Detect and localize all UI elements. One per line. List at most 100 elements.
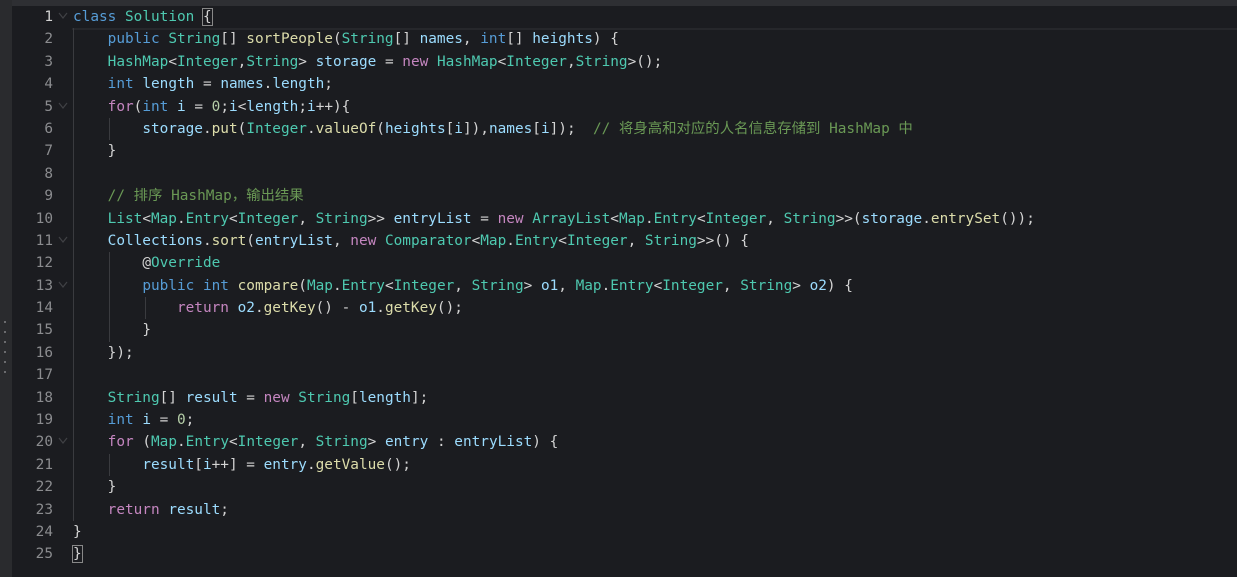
- type-name: HashMap: [107, 53, 169, 70]
- code-line[interactable]: }: [72, 543, 1237, 565]
- punctuation: >>() {: [696, 232, 749, 249]
- type-name: Integer: [506, 53, 567, 70]
- punctuation: ,: [298, 434, 316, 451]
- keyword: int: [107, 412, 134, 429]
- line-number-text: 5: [44, 98, 53, 115]
- type-name: String: [298, 389, 351, 406]
- type-name: ArrayList: [532, 210, 611, 227]
- code-editor[interactable]: 1 2 3 4 5 6 7 8 9 10 11 12 13 14 15 16 17 18 19 20 21 22 23 24 2…: [0, 0, 1237, 577]
- line-number: 6: [12, 118, 53, 140]
- indent-guide: [73, 207, 74, 230]
- fold-chevron-icon[interactable]: [58, 102, 68, 110]
- code-line[interactable]: class Solution {: [73, 6, 1237, 28]
- code-line[interactable]: for(int i = 0;i<length;i++){: [73, 95, 1237, 118]
- control-keyword: new: [263, 389, 290, 406]
- indent-guide: [73, 73, 74, 96]
- type-name: Entry: [341, 277, 385, 294]
- code-line[interactable]: for (Map.Entry<Integer, String> entry : …: [73, 431, 1237, 454]
- punctuation: [: [350, 389, 359, 406]
- fold-chevron-icon[interactable]: [58, 281, 68, 289]
- code-line[interactable]: });: [73, 341, 1237, 365]
- fold-chevron-icon[interactable]: [58, 12, 68, 20]
- line-number-text: 20: [35, 434, 53, 451]
- code-line[interactable]: }: [73, 140, 1237, 163]
- keyword: public: [142, 277, 195, 294]
- indent-guide: [73, 453, 74, 477]
- type-name: Map: [151, 434, 177, 451]
- indent-guide: [73, 229, 74, 253]
- punctuation: [: [532, 120, 541, 137]
- function-name: getKey: [384, 300, 437, 317]
- line-number: 1: [12, 6, 68, 28]
- keyword: int: [202, 277, 229, 294]
- identifier: length: [142, 76, 195, 93]
- keyword: class: [73, 9, 117, 25]
- code-line[interactable]: }: [73, 319, 1237, 342]
- punctuation: () -: [315, 300, 359, 317]
- code-line[interactable]: List<Map.Entry<Integer, String>> entryLi…: [73, 207, 1237, 230]
- punctuation: });: [107, 344, 134, 361]
- code-line[interactable]: return o2.getKey() - o1.getKey();: [73, 297, 1237, 320]
- indent-guide: [73, 117, 74, 141]
- fold-chevron-icon[interactable]: [58, 236, 68, 244]
- code-line[interactable]: int length = names.length;: [73, 73, 1237, 96]
- code-line[interactable]: }: [73, 521, 1237, 543]
- line-number-gutter[interactable]: 1 2 3 4 5 6 7 8 9 10 11 12 13 14 15 16 17 18 19 20 21 22 23 24 2…: [12, 6, 72, 577]
- type-name: String: [575, 53, 628, 70]
- code-line[interactable]: result[i++] = entry.getValue();: [73, 453, 1237, 477]
- line-number-text: 10: [35, 210, 53, 227]
- function-name: getKey: [263, 300, 316, 317]
- code-line[interactable]: int i = 0;: [73, 409, 1237, 432]
- type-name: String: [107, 389, 160, 406]
- drag-handle-icon[interactable]: [4, 321, 7, 381]
- identifier: names: [220, 76, 264, 93]
- code-line[interactable]: public int compare(Map.Entry<Integer, St…: [73, 274, 1237, 298]
- identifier: names: [488, 120, 533, 137]
- code-line[interactable]: }: [73, 476, 1237, 499]
- type-name: String: [471, 277, 524, 294]
- punctuation: ;: [220, 501, 229, 518]
- identifier: i: [454, 120, 463, 137]
- line-number: 21: [12, 454, 53, 476]
- identifier: i: [177, 98, 186, 115]
- code-line[interactable]: String[] result = new String[length];: [73, 386, 1237, 410]
- punctuation: ];: [410, 389, 429, 406]
- code-line[interactable]: [73, 364, 1237, 387]
- code-line[interactable]: // 排序 HashMap，输出结果: [73, 185, 1237, 208]
- code-line[interactable]: storage.put(Integer.valueOf(heights[i]),…: [73, 117, 1237, 141]
- code-line[interactable]: HashMap<Integer,String> storage = new Ha…: [73, 50, 1237, 74]
- fold-chevron-icon[interactable]: [58, 437, 68, 445]
- identifier: heights: [532, 31, 593, 48]
- code-line[interactable]: Collections.sort(entryList, new Comparat…: [73, 229, 1237, 253]
- code-line[interactable]: [73, 162, 1237, 186]
- line-number: 23: [12, 499, 53, 521]
- code-area[interactable]: class Solution { public String[] sortPeo…: [72, 6, 1237, 577]
- punctuation: ,: [462, 31, 481, 48]
- code-line[interactable]: public String[] sortPeople(String[] name…: [73, 28, 1237, 51]
- line-number-text: 8: [44, 165, 53, 182]
- identifier: storage: [315, 53, 377, 70]
- identifier: i: [307, 98, 316, 115]
- code-line[interactable]: return result;: [73, 498, 1237, 521]
- punctuation: ) {: [826, 277, 853, 294]
- punctuation: =: [151, 412, 177, 429]
- indent-guide: [109, 297, 110, 320]
- type-name: Integer: [237, 210, 299, 227]
- punctuation: >: [792, 277, 810, 294]
- function-name: sort: [211, 232, 247, 249]
- code-line[interactable]: @Override: [73, 252, 1237, 275]
- identifier: entry: [263, 456, 307, 473]
- line-number-text: 25: [35, 546, 53, 563]
- line-number: 13: [12, 275, 68, 297]
- punctuation: ,: [766, 210, 784, 227]
